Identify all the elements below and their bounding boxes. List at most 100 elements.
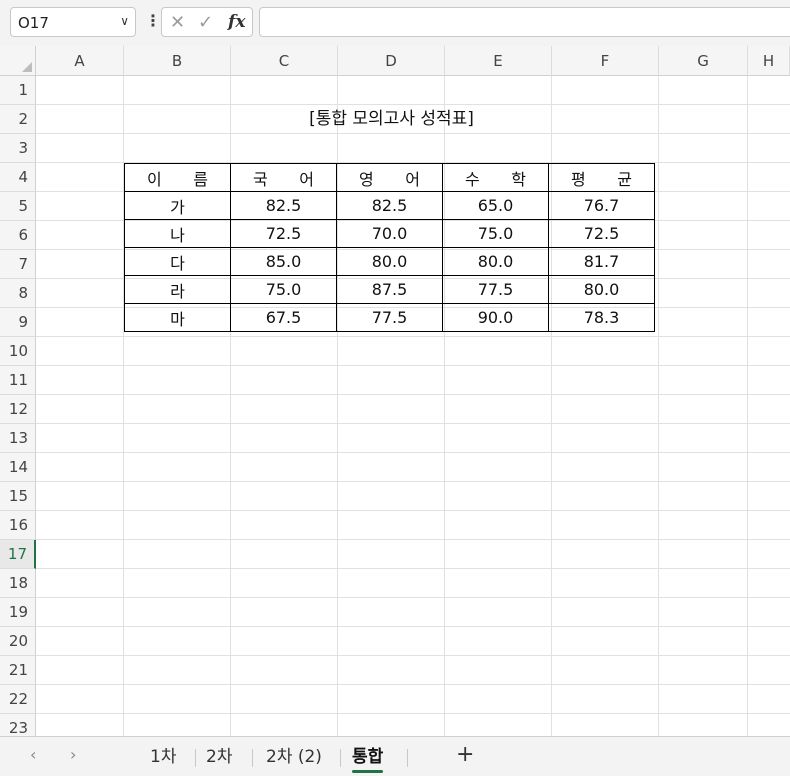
score-table: 이 름 국 어 영 어 수 학 평 균 가 82.5 82.5 65.0 76.7 나 72.5 70.0 75.0…: [124, 163, 655, 332]
header-char: 영: [359, 169, 374, 189]
row-header-13[interactable]: 13: [0, 424, 36, 453]
tab-divider: [252, 749, 253, 767]
row-header-12[interactable]: 12: [0, 395, 36, 424]
row-header-5[interactable]: 5: [0, 192, 36, 221]
header-char: 국: [253, 169, 268, 189]
column-header-d[interactable]: D: [338, 46, 445, 76]
row-header-4[interactable]: 4: [0, 163, 36, 192]
sheet-tab[interactable]: 1차: [150, 743, 176, 771]
score-cell[interactable]: 67.5: [230, 303, 337, 332]
score-cell[interactable]: 65.0: [442, 191, 549, 220]
name-cell[interactable]: 가: [124, 191, 231, 220]
header-cell[interactable]: 국어: [230, 163, 337, 192]
formula-bar-area: O17 ∨ ⋮ ✕ ✓ fx: [0, 0, 790, 46]
select-all-corner[interactable]: [0, 46, 36, 76]
header-cell[interactable]: 평균: [548, 163, 655, 192]
row-header-11[interactable]: 11: [0, 366, 36, 395]
score-cell[interactable]: 87.5: [336, 275, 443, 304]
header-char: 균: [617, 169, 632, 189]
header-char: 평: [571, 169, 586, 189]
row-header-7[interactable]: 7: [0, 250, 36, 279]
sheet-tab-bar: ‹ › 1차 2차 2차 (2) 통합 +: [0, 736, 790, 776]
score-cell[interactable]: 75.0: [230, 275, 337, 304]
row-header-18[interactable]: 18: [0, 569, 36, 598]
formula-buttons: ✕ ✓ fx: [161, 7, 253, 37]
header-char: 어: [405, 169, 420, 189]
formula-input[interactable]: [259, 7, 790, 37]
name-cell[interactable]: 마: [124, 303, 231, 332]
score-cell[interactable]: 81.7: [548, 247, 655, 276]
score-cell[interactable]: 78.3: [548, 303, 655, 332]
score-cell[interactable]: 82.5: [336, 191, 443, 220]
sheet-tab[interactable]: 2차 (2): [266, 743, 322, 771]
score-cell[interactable]: 90.0: [442, 303, 549, 332]
prev-sheet-icon[interactable]: ‹: [30, 745, 36, 764]
row-header-17[interactable]: 17: [0, 540, 36, 569]
score-cell[interactable]: 85.0: [230, 247, 337, 276]
column-header-e[interactable]: E: [445, 46, 552, 76]
enter-icon[interactable]: ✓: [198, 12, 213, 33]
tab-divider: [407, 749, 408, 767]
score-cell[interactable]: 80.0: [336, 247, 443, 276]
column-header-a[interactable]: A: [36, 46, 124, 76]
table-row: 나 72.5 70.0 75.0 72.5: [124, 219, 655, 248]
table-row: 라 75.0 87.5 77.5 80.0: [124, 275, 655, 304]
header-char: 이: [147, 169, 162, 189]
tab-divider: [340, 749, 341, 767]
tab-divider: [195, 749, 196, 767]
score-cell[interactable]: 72.5: [548, 219, 655, 248]
column-header-h[interactable]: H: [748, 46, 790, 76]
column-header-b[interactable]: B: [124, 46, 231, 76]
score-cell[interactable]: 80.0: [442, 247, 549, 276]
row-header-22[interactable]: 22: [0, 685, 36, 714]
score-cell[interactable]: 75.0: [442, 219, 549, 248]
row-header-19[interactable]: 19: [0, 598, 36, 627]
cell-grid[interactable]: [통합 모의고사 성적표] 이 름 국 어 영 어 수 학 평 균 가 82.5 82.5 65.0 76.…: [36, 76, 790, 736]
cancel-icon[interactable]: ✕: [170, 12, 185, 33]
header-char: 수: [465, 169, 480, 189]
score-cell[interactable]: 70.0: [336, 219, 443, 248]
table-header-row: 이름국어영어수학평균: [124, 163, 655, 192]
score-cell[interactable]: 77.5: [442, 275, 549, 304]
column-header-f[interactable]: F: [552, 46, 659, 76]
row-header-21[interactable]: 21: [0, 656, 36, 685]
insert-function-icon[interactable]: fx: [228, 12, 245, 32]
header-char: 름: [193, 169, 208, 189]
row-header-15[interactable]: 15: [0, 482, 36, 511]
score-cell[interactable]: 72.5: [230, 219, 337, 248]
row-header-6[interactable]: 6: [0, 221, 36, 250]
sheet-tab[interactable]: 2차: [206, 743, 232, 771]
name-box[interactable]: O17 ∨: [10, 7, 136, 37]
row-header-14[interactable]: 14: [0, 453, 36, 482]
row-header-10[interactable]: 10: [0, 337, 36, 366]
header-cell[interactable]: 수학: [442, 163, 549, 192]
header-cell[interactable]: 이름: [124, 163, 231, 192]
next-sheet-icon[interactable]: ›: [70, 745, 76, 764]
header-cell[interactable]: 영어: [336, 163, 443, 192]
row-header-1[interactable]: 1: [0, 76, 36, 105]
name-cell[interactable]: 다: [124, 247, 231, 276]
column-header-c[interactable]: C: [231, 46, 338, 76]
table-row: 가 82.5 82.5 65.0 76.7: [124, 191, 655, 220]
row-header-8[interactable]: 8: [0, 279, 36, 308]
name-box-value: O17: [18, 14, 49, 32]
add-sheet-icon[interactable]: +: [456, 742, 474, 767]
row-header-16[interactable]: 16: [0, 511, 36, 540]
header-char: 어: [299, 169, 314, 189]
sheet-title-cell[interactable]: [통합 모의고사 성적표]: [124, 105, 659, 134]
name-cell[interactable]: 라: [124, 275, 231, 304]
score-cell[interactable]: 82.5: [230, 191, 337, 220]
row-header-9[interactable]: 9: [0, 308, 36, 337]
score-cell[interactable]: 80.0: [548, 275, 655, 304]
row-header-2[interactable]: 2: [0, 105, 36, 134]
column-header-g[interactable]: G: [659, 46, 748, 76]
score-cell[interactable]: 77.5: [336, 303, 443, 332]
row-header-20[interactable]: 20: [0, 627, 36, 656]
sheet-tab[interactable]: 통합: [352, 743, 384, 773]
more-options-icon[interactable]: ⋮: [145, 11, 161, 30]
chevron-down-icon[interactable]: ∨: [120, 14, 129, 28]
name-cell[interactable]: 나: [124, 219, 231, 248]
row-header-3[interactable]: 3: [0, 134, 36, 163]
score-cell[interactable]: 76.7: [548, 191, 655, 220]
table-row: 마 67.5 77.5 90.0 78.3: [124, 303, 655, 332]
